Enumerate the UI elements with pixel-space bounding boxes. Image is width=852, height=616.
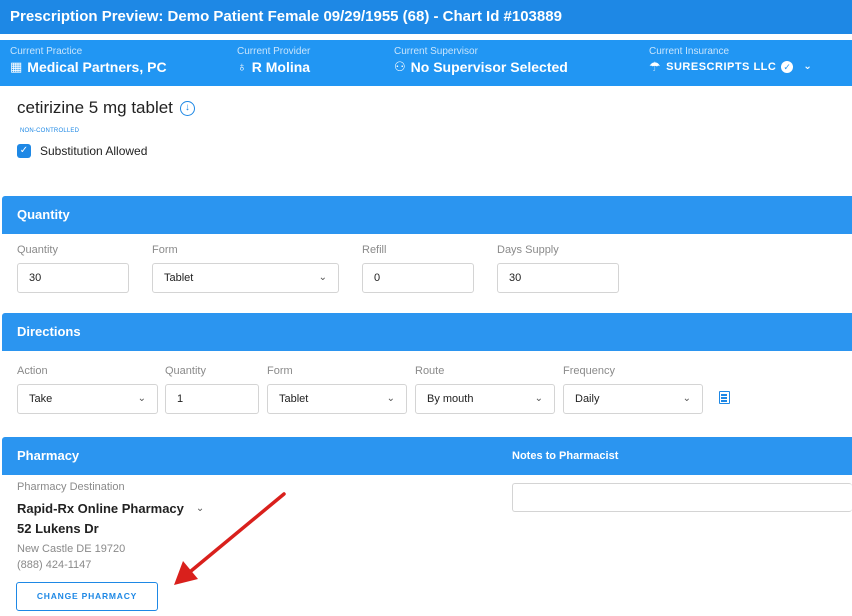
quantity-label: Quantity <box>17 244 58 256</box>
chevron-down-icon: ⌄ <box>318 272 327 283</box>
current-insurance[interactable]: Current Insurance ☂ SURESCRIPTS LLC ✓ ⌄ <box>649 46 812 76</box>
pharmacy-destination-label: Pharmacy Destination <box>17 481 125 493</box>
days-supply-label: Days Supply <box>497 244 559 256</box>
refill-label: Refill <box>362 244 387 256</box>
pharmacy-phone: (888) 424-1147 <box>17 559 92 571</box>
pharmacy-name-text: Rapid-Rx Online Pharmacy <box>17 501 184 516</box>
insurance-value: SURESCRIPTS LLC <box>666 61 777 73</box>
drug-name-text: cetirizine 5 mg tablet <box>17 98 173 117</box>
change-pharmacy-button[interactable]: CHANGE PHARMACY <box>16 582 158 611</box>
stethoscope-icon: ♁ <box>237 59 247 74</box>
drug-name: cetirizine 5 mg tablet ↓ <box>17 98 195 118</box>
action-label: Action <box>17 365 48 377</box>
frequency-label: Frequency <box>563 365 615 377</box>
chevron-down-icon[interactable]: ⌄ <box>803 58 812 76</box>
umbrella-icon: ☂ <box>649 59 662 74</box>
chevron-down-icon: ⌄ <box>682 393 691 404</box>
current-practice[interactable]: Current Practice ▦ Medical Partners, PC <box>10 46 167 76</box>
building-icon: ▦ <box>10 59 23 74</box>
directions-form-label: Form <box>267 365 293 377</box>
insurance-label: Current Insurance <box>649 46 730 57</box>
route-label: Route <box>415 365 445 377</box>
pharmacy-city: New Castle DE 19720 <box>17 543 126 555</box>
chevron-down-icon: ⌄ <box>386 393 395 404</box>
action-select[interactable]: Take ⌄ <box>17 384 158 414</box>
action-select-value: Take <box>29 393 53 405</box>
quantity-input[interactable]: 30 <box>17 263 129 293</box>
notes-to-pharmacist-input[interactable] <box>512 483 852 512</box>
frequency-select-value: Daily <box>575 393 600 405</box>
annotation-arrow-shaft <box>189 492 286 573</box>
form-select-value: Tablet <box>164 272 194 284</box>
current-supervisor[interactable]: Current Supervisor ⚇ No Supervisor Select… <box>394 46 568 76</box>
context-bar: Current Practice ▦ Medical Partners, PC C… <box>0 40 852 86</box>
refill-input[interactable]: 0 <box>362 263 474 293</box>
provider-value: R Molina <box>251 59 311 75</box>
people-icon: ⚇ <box>394 59 406 74</box>
annotation-arrow-head <box>174 561 198 585</box>
form-label: Form <box>152 244 178 256</box>
directions-quantity-input[interactable]: 1 <box>165 384 259 414</box>
days-supply-input[interactable]: 30 <box>497 263 619 293</box>
directions-section-header: Directions <box>2 313 852 351</box>
frequency-select[interactable]: Daily ⌄ <box>563 384 703 414</box>
form-select[interactable]: Tablet ⌄ <box>152 263 339 293</box>
pharmacy-name[interactable]: Rapid-Rx Online Pharmacy ⌄ <box>17 501 204 516</box>
window-title: Prescription Preview: Demo Patient Femal… <box>0 0 852 34</box>
supervisor-label: Current Supervisor <box>394 46 478 57</box>
pharmacy-address: 52 Lukens Dr <box>17 521 99 536</box>
route-select[interactable]: By mouth ⌄ <box>415 384 555 414</box>
directions-form-value: Tablet <box>279 393 309 405</box>
substitution-label: Substitution Allowed <box>40 144 148 158</box>
notes-to-pharmacist-header: Notes to Pharmacist <box>512 450 619 462</box>
checkbox-icon[interactable]: ✓ <box>17 144 31 158</box>
route-select-value: By mouth <box>427 393 474 405</box>
annotation-arrow <box>174 492 286 585</box>
directions-quantity-label: Quantity <box>165 365 206 377</box>
substitution-checkbox[interactable]: ✓ Substitution Allowed <box>17 144 147 158</box>
chevron-down-icon: ⌄ <box>534 393 543 404</box>
practice-label: Current Practice <box>10 46 83 57</box>
chevron-down-icon[interactable]: ⌄ <box>196 503 204 514</box>
document-icon[interactable] <box>719 391 730 404</box>
supervisor-value: No Supervisor Selected <box>410 59 568 75</box>
pharmacy-section-header: Pharmacy <box>2 437 852 475</box>
chevron-down-icon: ⌄ <box>137 393 146 404</box>
check-circle-icon: ✓ <box>781 61 794 73</box>
provider-label: Current Provider <box>237 46 311 57</box>
directions-form-select[interactable]: Tablet ⌄ <box>267 384 407 414</box>
current-provider[interactable]: Current Provider ♁ R Molina <box>237 46 310 76</box>
quantity-section-header: Quantity <box>2 196 852 234</box>
controlled-status: NON-CONTROLLED <box>20 128 80 134</box>
drug-info-icon[interactable]: ↓ <box>179 100 195 116</box>
practice-value: Medical Partners, PC <box>27 59 167 75</box>
